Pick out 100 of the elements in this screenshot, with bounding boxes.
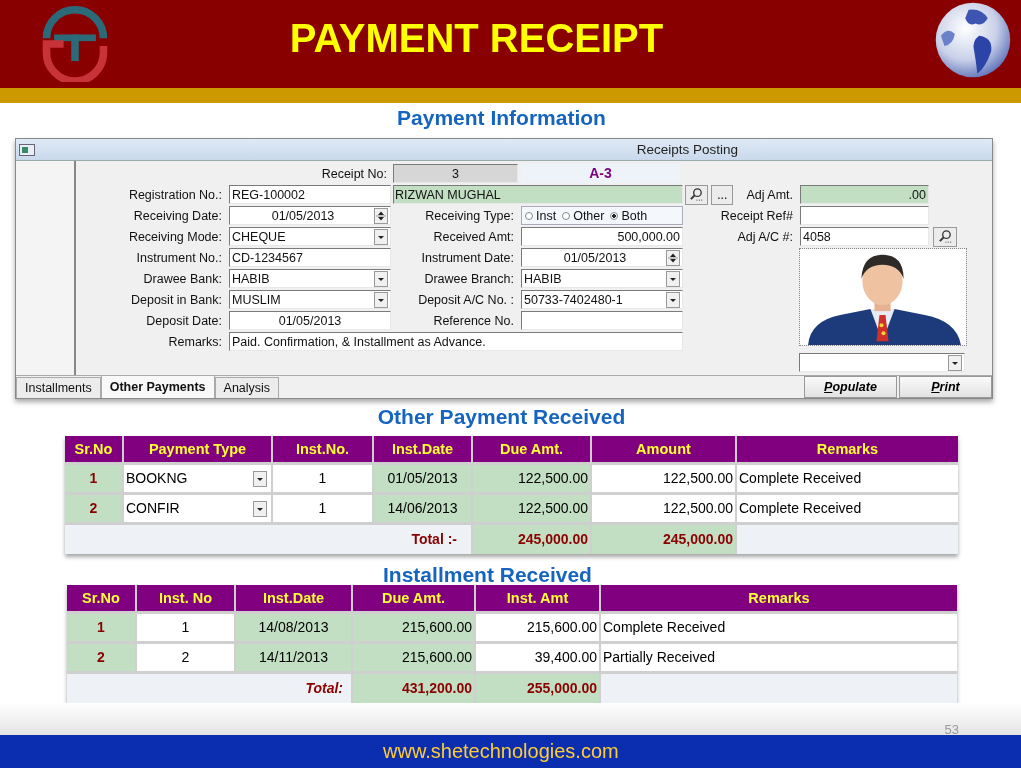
section-title: Other Payment Received <box>376 405 627 429</box>
column-header: Inst. No <box>137 585 234 611</box>
field-label: Deposit in Bank: <box>129 292 223 307</box>
column-header: Inst. Amt <box>476 585 599 611</box>
window-title: Receipts Posting <box>636 142 738 157</box>
input-field[interactable]: 4058 <box>800 227 929 246</box>
field-label: Instrument No.: <box>135 250 223 265</box>
table-cell: 1 <box>137 614 234 641</box>
radio-icon[interactable] <box>610 211 619 220</box>
remarks-field[interactable]: Paid. Confirmation, & Installment as Advance. <box>229 332 683 351</box>
total-cell: 431,200.00 <box>353 674 474 703</box>
dropdown-field[interactable]: CONFIR <box>124 495 271 522</box>
slide-title: PAYMENT RECEIPT <box>288 15 665 62</box>
receipt-code: A-3 <box>521 164 680 183</box>
table-cell: 215,600.00 <box>353 614 474 641</box>
dropdown-field[interactable]: HABIB <box>229 269 391 288</box>
radio-option[interactable]: Other <box>562 208 605 223</box>
field-label: Instrument Date: <box>420 250 515 265</box>
table-cell: 1 <box>65 465 122 492</box>
table-cell: 1 <box>273 495 372 522</box>
table-cell: 1 <box>273 465 372 492</box>
column-header: Sr.No <box>65 436 122 462</box>
dropdown-field[interactable]: MUSLIM <box>229 290 391 309</box>
customer-name-field: RIZWAN MUGHAL <box>393 185 683 204</box>
date-field[interactable]: 01/05/2013 <box>229 311 391 330</box>
column-header: Remarks <box>737 436 958 462</box>
column-header: Inst.Date <box>236 585 351 611</box>
column-header: Amount <box>592 436 735 462</box>
table-cell: Complete Received <box>737 495 958 522</box>
date-field[interactable]: 01/05/2013 <box>229 206 391 225</box>
dropdown-field[interactable]: CHEQUE <box>229 227 391 246</box>
radio-icon[interactable] <box>562 211 571 220</box>
radio-option[interactable]: Both <box>610 208 648 223</box>
dropdown-field[interactable]: BOOKNG <box>124 465 271 492</box>
table-cell: 14/06/2013 <box>374 495 471 522</box>
input-field[interactable] <box>521 311 683 330</box>
input-field[interactable]: .00 <box>800 185 929 204</box>
table-cell: 39,400.00 <box>476 644 599 671</box>
table-cell: 122,500.00 <box>473 495 590 522</box>
dropdown-field[interactable] <box>799 353 965 372</box>
input-field[interactable] <box>800 206 929 225</box>
total-label: Total: <box>67 674 351 703</box>
table-cell: 122,500.00 <box>473 465 590 492</box>
table-cell: 2 <box>67 644 135 671</box>
field-label: Registration No.: <box>127 187 223 202</box>
field-label: Deposit A/C No. : <box>417 292 515 307</box>
field-label: Receiving Mode: <box>127 229 223 244</box>
column-header: Inst.Date <box>374 436 471 462</box>
dropdown-field[interactable]: 50733-7402480-1 <box>521 290 683 309</box>
tab[interactable]: Analysis <box>214 377 280 398</box>
input-field[interactable]: CD-1234567 <box>229 248 391 267</box>
table-cell: 1 <box>67 614 135 641</box>
table-cell: 01/05/2013 <box>374 465 471 492</box>
column-header: Remarks <box>601 585 957 611</box>
field-label: Remarks: <box>167 334 223 349</box>
total-cell: 245,000.00 <box>473 525 590 554</box>
browse-button[interactable]: ... <box>711 184 733 205</box>
field-label: Drawee Bank: <box>142 271 223 286</box>
column-header: Due Amt. <box>353 585 474 611</box>
total-cell: 245,000.00 <box>592 525 735 554</box>
table-cell: Complete Received <box>737 465 958 492</box>
date-field[interactable]: 01/05/2013 <box>521 248 683 267</box>
search-button[interactable] <box>685 184 709 205</box>
field-label: Adj A/C #: <box>736 229 794 244</box>
table-cell: 215,600.00 <box>353 644 474 671</box>
receipt-number-field: 3 <box>393 164 518 183</box>
action-button[interactable]: Populate <box>804 376 897 398</box>
input-field[interactable]: REG-100002 <box>229 185 391 204</box>
table-cell: 215,600.00 <box>476 614 599 641</box>
magnifier-icon <box>689 187 705 202</box>
table-cell: 2 <box>65 495 122 522</box>
website-link[interactable]: www.shetechnologies.com <box>383 740 619 763</box>
spinner-icon[interactable] <box>666 249 680 266</box>
table-cell: 14/11/2013 <box>236 644 351 671</box>
table-cell: 2 <box>137 644 234 671</box>
field-label: Receiving Type: <box>424 208 515 223</box>
table-cell: Partially Received <box>601 644 957 671</box>
field-label: Received Amt: <box>432 229 515 244</box>
column-header: Sr.No <box>67 585 135 611</box>
field-label: Deposit Date: <box>145 313 223 328</box>
field-label: Reference No. <box>432 313 515 328</box>
table-cell: Complete Received <box>601 614 957 641</box>
column-header: Due Amt. <box>473 436 590 462</box>
field-label: Receipt Ref# <box>719 208 794 223</box>
table-cell: 122,500.00 <box>592 465 735 492</box>
tab[interactable]: Other Payments <box>100 375 215 398</box>
search-button[interactable] <box>933 226 957 247</box>
radio-option[interactable]: Inst <box>525 208 557 223</box>
window-icon <box>19 143 35 156</box>
magnifier-icon <box>937 229 953 244</box>
field-label: Receiving Date: <box>132 208 223 223</box>
total-cell: 255,000.00 <box>476 674 599 703</box>
total-label: Total :- <box>65 525 471 554</box>
action-button[interactable]: Print <box>899 376 992 398</box>
tab[interactable]: Installments <box>16 377 101 398</box>
field-label: Receipt No: <box>320 166 388 181</box>
dropdown-field[interactable]: HABIB <box>521 269 683 288</box>
radio-icon[interactable] <box>525 211 533 220</box>
spinner-icon[interactable] <box>374 207 388 224</box>
input-field[interactable]: 500,000.00 <box>521 227 683 246</box>
